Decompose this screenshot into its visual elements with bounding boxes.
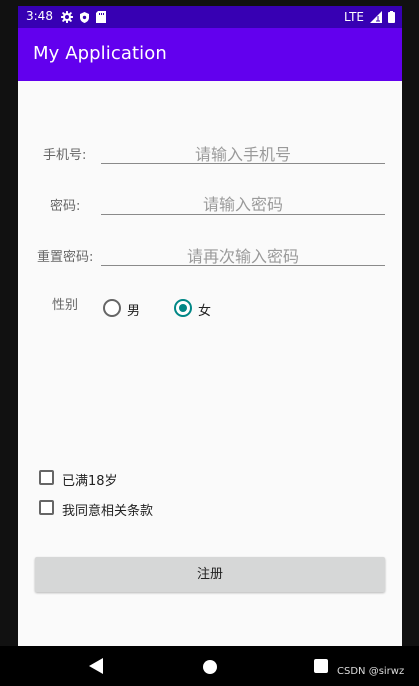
navigation-bar: CSDN @sirwz — [0, 646, 419, 686]
gender-male-radio[interactable] — [103, 299, 121, 317]
sd-card-icon — [96, 11, 106, 23]
status-bar: 3:48 LTE — [18, 6, 402, 28]
gender-female-radio[interactable] — [174, 299, 192, 317]
age-checkbox[interactable] — [39, 470, 54, 485]
gender-female-label[interactable]: 女 — [198, 300, 211, 319]
status-right-icons: LTE — [344, 8, 395, 26]
password-input[interactable]: 请输入密码 — [101, 191, 385, 215]
watermark: CSDN @sirwz — [337, 666, 405, 677]
signal-icon — [370, 11, 382, 23]
shield-icon — [79, 11, 90, 24]
phone-input[interactable]: 请输入手机号 — [101, 141, 385, 165]
register-button[interactable]: 注册 — [35, 557, 385, 592]
status-time: 3:48 — [26, 9, 53, 23]
gender-label: 性别 — [52, 298, 79, 313]
recent-apps-icon[interactable] — [314, 659, 328, 673]
age-checkbox-label[interactable]: 已满18岁 — [62, 470, 118, 489]
device-frame: 3:48 LTE My Application 手机号: 请输入手机号 密码: … — [0, 0, 419, 686]
status-left-icons — [61, 8, 106, 26]
terms-checkbox-label[interactable]: 我同意相关条款 — [62, 500, 153, 519]
network-label: LTE — [344, 10, 364, 24]
password-label: 密码: — [50, 199, 81, 214]
confirm-password-input[interactable]: 请再次输入密码 — [101, 243, 385, 267]
password-input-underline — [101, 214, 385, 215]
confirm-password-label: 重置密码: — [37, 250, 94, 265]
terms-checkbox[interactable] — [39, 500, 54, 515]
app-title: My Application — [33, 43, 167, 64]
home-icon[interactable] — [203, 660, 217, 674]
settings-icon — [61, 11, 73, 23]
phone-label: 手机号: — [43, 148, 87, 163]
app-bar: My Application — [18, 28, 402, 81]
battery-icon — [388, 11, 395, 23]
phone-input-underline — [101, 163, 385, 164]
app-screen: 3:48 LTE My Application 手机号: 请输入手机号 密码: … — [18, 6, 402, 646]
gender-male-label[interactable]: 男 — [127, 300, 140, 319]
back-icon[interactable] — [89, 658, 103, 674]
confirm-password-input-underline — [101, 265, 385, 266]
